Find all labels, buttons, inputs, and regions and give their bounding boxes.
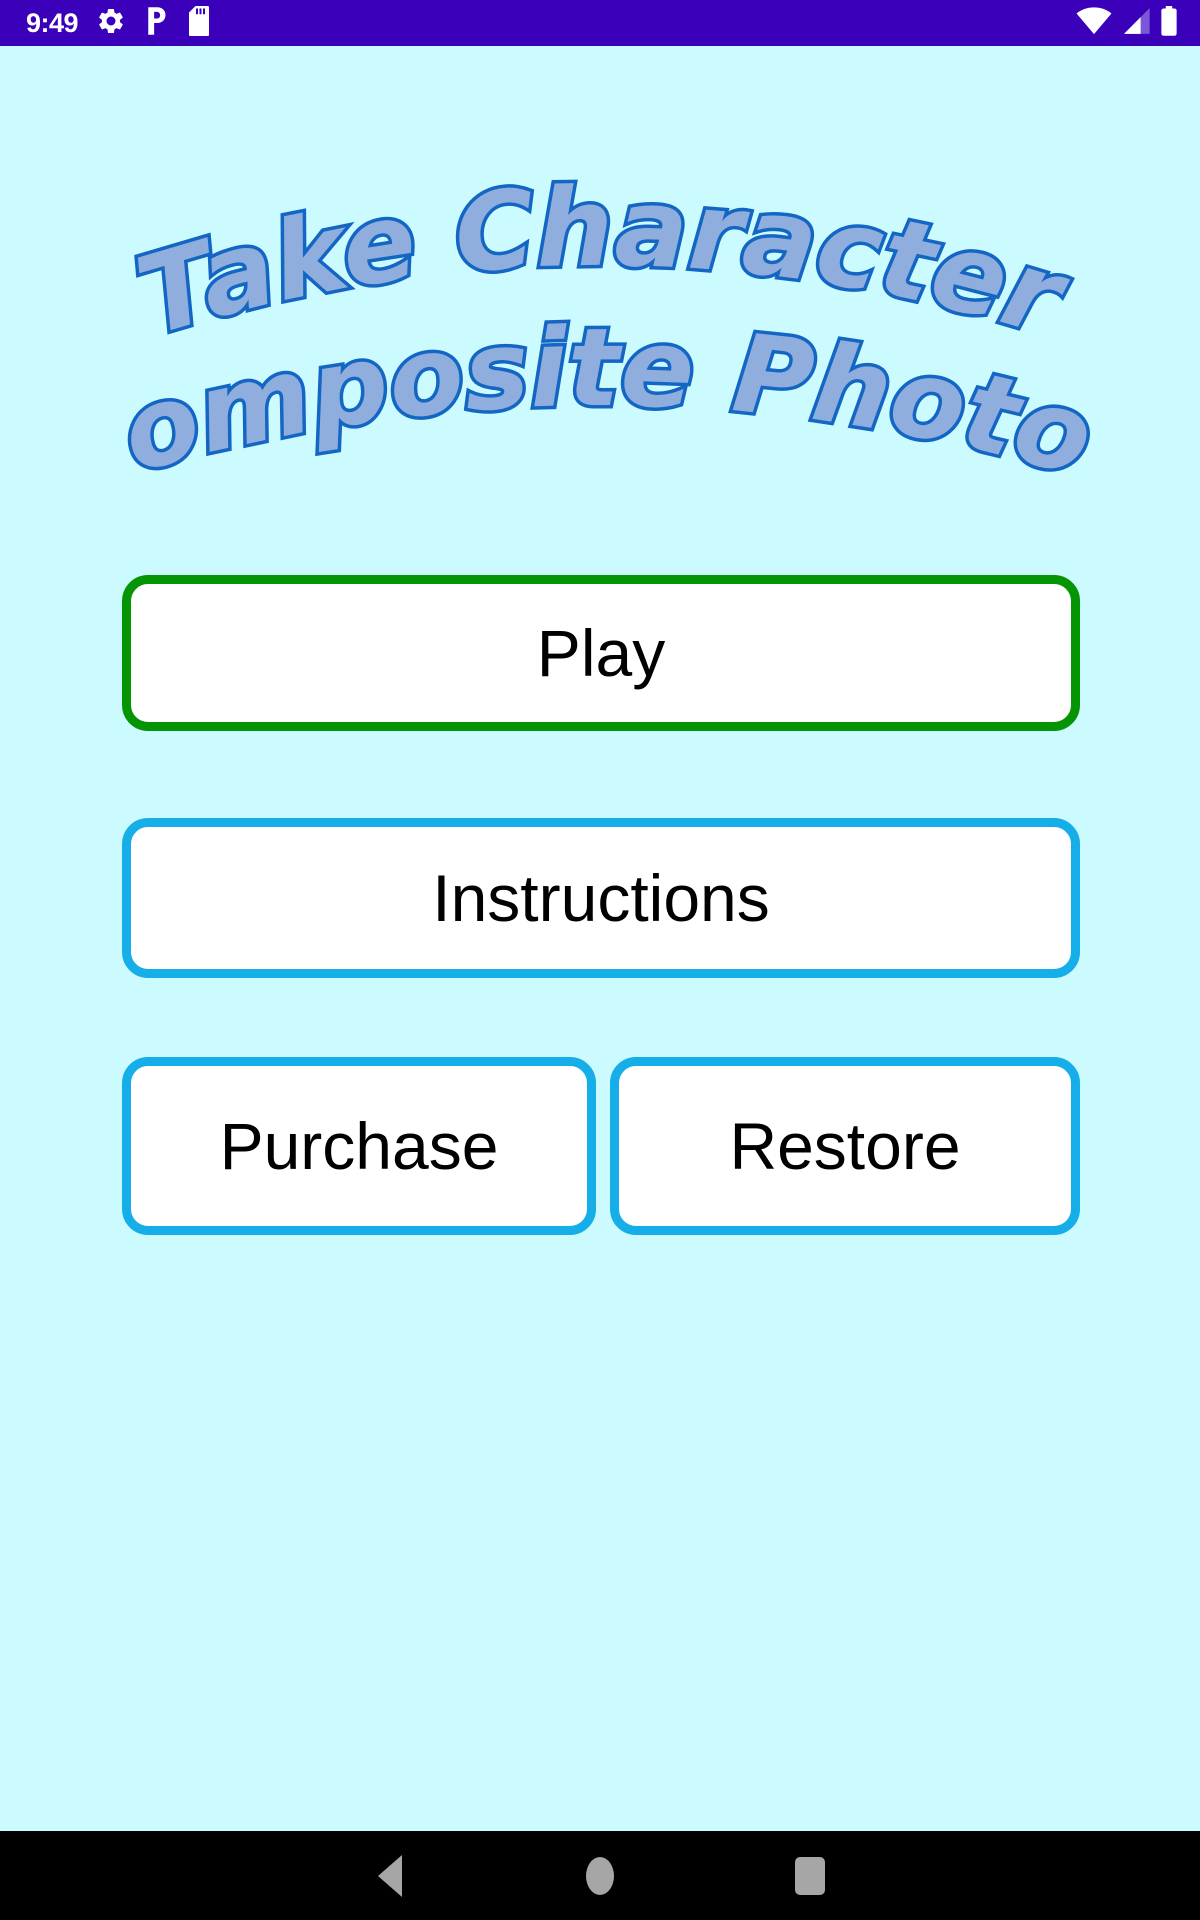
recent-apps-button[interactable] [705,1831,915,1920]
play-button[interactable]: Play [122,575,1080,731]
status-bar-clock: 9:49 [26,7,79,38]
restore-button[interactable]: Restore [610,1057,1080,1235]
back-triangle-icon [378,1854,402,1897]
home-button[interactable] [495,1831,705,1920]
p-letter-icon [144,6,170,41]
sd-card-icon [188,5,210,41]
status-bar: 9:49 [0,0,1200,46]
gear-icon [96,6,126,41]
status-bar-left: 9:49 [26,5,210,41]
back-button[interactable] [285,1831,495,1920]
cellular-signal-icon [1121,6,1151,41]
recent-apps-square-icon [795,1856,825,1895]
android-navigation-bar [0,1831,1200,1920]
battery-icon [1160,5,1178,41]
app-screen: 9:49 Take Character omposite Photo Play … [0,0,1200,1920]
app-title: Take Character Composite Photos [0,150,1200,490]
home-circle-icon [586,1856,614,1895]
purchase-button[interactable]: Purchase [122,1057,596,1235]
wifi-icon [1076,6,1112,41]
instructions-button[interactable]: Instructions [122,818,1080,978]
status-bar-right [1076,5,1178,41]
